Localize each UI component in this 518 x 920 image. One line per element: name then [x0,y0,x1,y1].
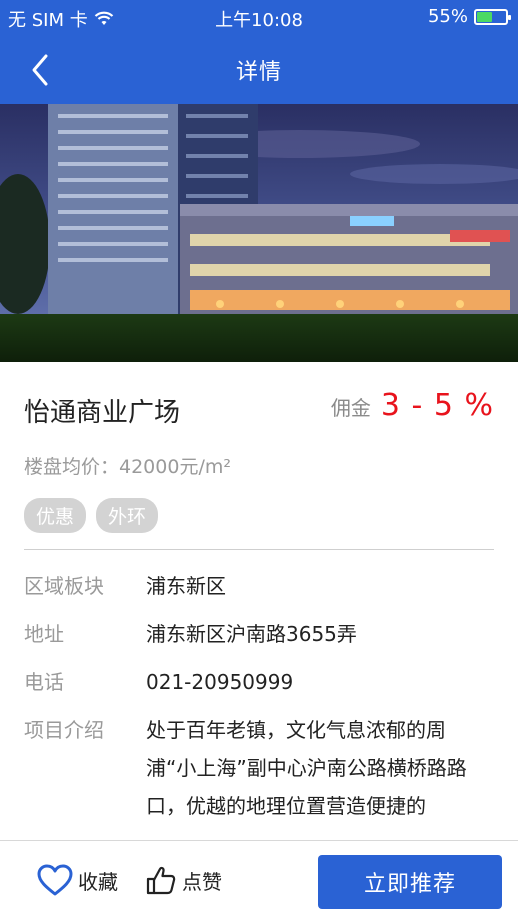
battery-percent: 55% [427,6,468,27]
battery-icon [474,8,511,25]
tag-list: 优惠 外环 [24,498,159,533]
phone-value[interactable]: 021-20950999 [146,668,293,716]
commission-value: 3 - 5 % [380,388,494,423]
like-label: 点赞 [182,869,222,894]
heart-icon [37,864,73,896]
favorite-label: 收藏 [78,869,118,894]
commission-label: 佣金 [330,396,371,420]
title-row: 怡通商业广场 佣金 3 - 5 % [24,388,494,428]
info-row-region: 区域板块 浦东新区 [24,572,494,620]
favorite-button[interactable]: 收藏 [36,863,118,897]
battery-status: 55% [427,6,511,27]
info-list: 区域板块 浦东新区 地址 浦东新区沪南路3655弄 电话 021-2095099… [24,572,494,825]
project-name: 怡通商业广场 [24,398,181,428]
intro-value: 处于百年老镇，文化气息浓郁的周浦“小上海”副中心沪南公路横桥路路口，优越的地理位… [146,718,467,818]
bottom-action-bar: 收藏 点赞 立即推荐 [0,840,518,920]
thumbs-up-icon [146,866,176,895]
recommend-now-button[interactable]: 立即推荐 [318,855,502,909]
top-bar: 无 SIM 卡 上午10:08 55% 详情 [0,0,518,104]
intro-label: 项目介绍 [24,718,104,742]
info-row-address: 地址 浦东新区沪南路3655弄 [24,620,494,668]
project-details: 怡通商业广场 佣金 3 - 5 % 楼盘均价：42000元/m² 优惠 外环 区… [0,362,518,840]
tag-outer-ring: 外环 [96,498,159,533]
navigation-bar: 详情 [0,34,518,104]
info-row-phone: 电话 021-20950999 [24,668,494,716]
page-title: 详情 [235,60,282,85]
project-photo [0,104,518,362]
building-illustration [0,104,518,362]
phone-label: 电话 [24,670,64,694]
region-value: 浦东新区 [146,574,226,598]
like-button[interactable]: 点赞 [144,863,222,897]
region-label: 区域板块 [24,574,104,598]
battery-level [477,11,492,22]
tag-discount: 优惠 [24,498,87,533]
address-label: 地址 [24,622,64,646]
divider [24,549,494,550]
status-bar: 无 SIM 卡 上午10:08 55% [0,0,518,34]
commission: 佣金 3 - 5 % [331,388,494,423]
average-price: 楼盘均价：42000元/m² [24,456,231,478]
address-value: 浦东新区沪南路3655弄 [146,622,357,646]
info-row-intro: 项目介绍 处于百年老镇，文化气息浓郁的周浦“小上海”副中心沪南公路横桥路路口，优… [24,716,494,825]
